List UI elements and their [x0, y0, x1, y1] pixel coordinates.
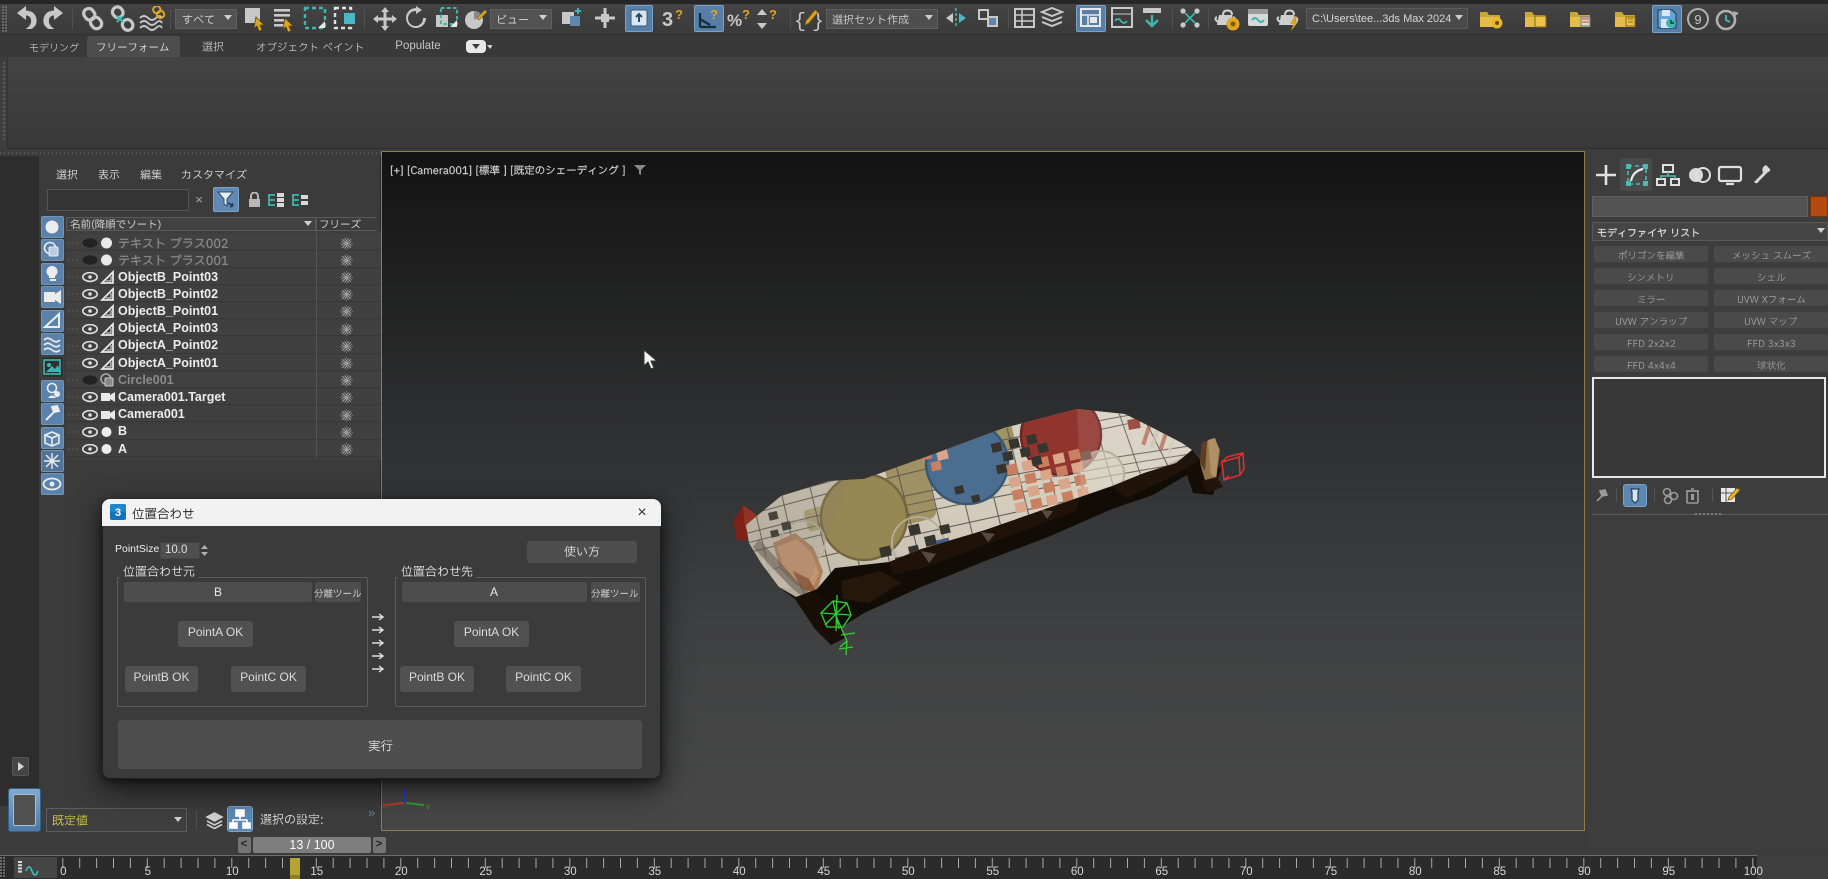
svg-text:%: %: [727, 11, 742, 30]
svg-text:?: ?: [769, 7, 777, 22]
svg-text:?: ?: [675, 7, 683, 22]
svg-text:3: 3: [662, 9, 673, 31]
svg-text:9: 9: [1694, 12, 1701, 27]
svg-text:3: 3: [115, 507, 121, 519]
svg-text:{: {: [794, 11, 806, 32]
svg-text:?: ?: [742, 7, 750, 22]
svg-text:x: x: [382, 800, 387, 810]
svg-text:y: y: [426, 801, 431, 810]
svg-text:?: ?: [710, 7, 718, 22]
